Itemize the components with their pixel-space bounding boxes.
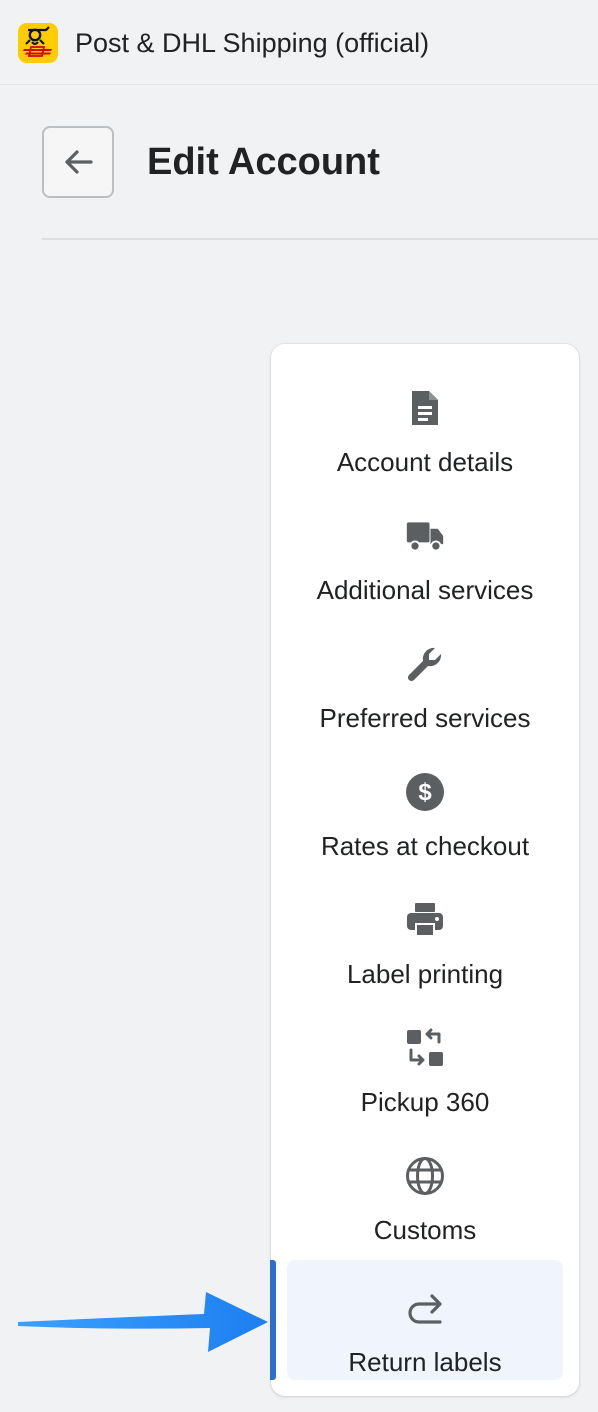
nav-item-label: Rates at checkout (320, 831, 530, 861)
blue-pointer-arrow (18, 1292, 268, 1352)
nav-item-label: Preferred services (319, 703, 531, 733)
dhl-post-horn-logo (18, 23, 58, 63)
nav-item-label-printing[interactable]: Label printing (287, 872, 563, 992)
globe-icon (405, 1156, 445, 1196)
nav-item-label: Account details (336, 447, 514, 477)
nav-item-customs[interactable]: Customs (287, 1128, 563, 1248)
account-settings-nav: Account details Additional services Pref… (271, 344, 579, 1396)
nav-item-label: Additional services (316, 575, 534, 605)
arrow-left-icon (65, 150, 93, 174)
divider (42, 238, 598, 240)
dollar-circle-icon: $ (405, 772, 445, 812)
nav-item-account-details[interactable]: Account details (287, 360, 563, 480)
back-button[interactable] (42, 126, 114, 198)
app-title: Post & DHL Shipping (official) (75, 28, 430, 58)
truck-icon (405, 516, 445, 556)
nav-item-label: Customs (373, 1215, 477, 1245)
nav-item-label: Label printing (346, 959, 504, 989)
wrench-icon (405, 644, 445, 684)
app-header: Post & DHL Shipping (official) (0, 0, 598, 85)
nav-item-additional-services[interactable]: Additional services (287, 488, 563, 608)
nav-item-rates-at-checkout[interactable]: $ Rates at checkout (287, 744, 563, 864)
swap-icon (405, 1028, 445, 1068)
document-icon (405, 388, 445, 428)
nav-item-label: Pickup 360 (360, 1087, 490, 1117)
nav-item-pickup-360[interactable]: Pickup 360 (287, 1000, 563, 1120)
page-title: Edit Account (147, 141, 380, 183)
svg-text:$: $ (418, 779, 432, 806)
printer-icon (405, 900, 445, 940)
nav-item-return-labels[interactable]: Return labels (287, 1260, 563, 1380)
return-arrow-icon (405, 1288, 445, 1328)
nav-item-label: Return labels (348, 1347, 502, 1377)
nav-item-preferred-services[interactable]: Preferred services (287, 616, 563, 736)
